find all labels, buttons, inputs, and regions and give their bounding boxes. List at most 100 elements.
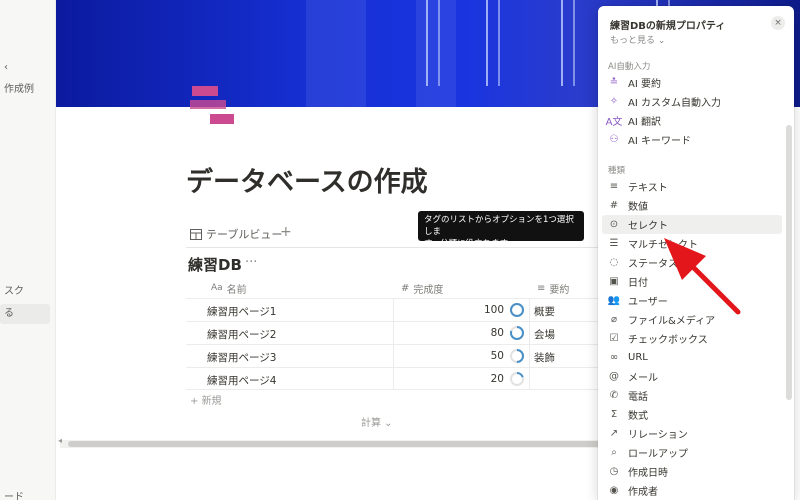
ai-property-item[interactable]: ✧ AI カスタム自動入力 — [602, 92, 782, 111]
page-title[interactable]: データベースの作成 — [186, 160, 428, 199]
ai-property-label: AI キーワード — [628, 136, 691, 147]
created-time-icon: ◷ — [609, 466, 619, 477]
property-type-item[interactable]: ⌕ ロールアップ — [602, 443, 782, 462]
text-type-icon: Aa — [211, 283, 223, 293]
ai-property-label: AI 要約 — [628, 79, 661, 90]
property-type-label: 日付 — [628, 278, 648, 289]
show-more-button[interactable]: もっと見る ⌄ — [610, 33, 665, 46]
text-icon: ≡ — [609, 181, 619, 192]
add-row-label: 新規 — [201, 396, 222, 407]
number-type-icon: # — [401, 282, 410, 294]
page-icon[interactable] — [190, 86, 236, 126]
property-type-item[interactable]: ☰ マルチセレクト — [602, 234, 782, 253]
panel-scrollbar[interactable] — [786, 125, 792, 400]
property-type-item[interactable]: ⊙ セレクト — [602, 215, 782, 234]
property-type-label: URL — [628, 352, 648, 363]
created-by-icon: ◉ — [609, 485, 619, 496]
horizontal-scrollbar-thumb[interactable] — [68, 441, 600, 447]
property-type-label: 作成者 — [628, 487, 658, 498]
calculate-label: 計算 — [361, 418, 381, 429]
column-header-name[interactable]: Aa 名前 — [211, 278, 247, 298]
number-icon: # — [609, 200, 619, 211]
cell-summary[interactable]: 概要 — [534, 304, 555, 319]
cell-summary[interactable]: 会場 — [534, 327, 555, 342]
property-type-label: ステータス — [628, 259, 678, 270]
ai-keyword-icon: ⚇ — [609, 134, 619, 145]
property-type-label: ファイル&メディア — [628, 316, 716, 327]
tooltip: タグのリストからオプションを1つ選択しま す。分類に役立ちます。 — [418, 211, 584, 249]
property-type-item[interactable]: ≡ テキスト — [602, 177, 782, 196]
at-icon: @ — [609, 371, 619, 382]
property-type-label: 作成日時 — [628, 468, 668, 479]
cell-progress-value[interactable]: 80 — [491, 327, 504, 339]
multi-select-icon: ☰ — [609, 238, 619, 249]
property-type-item[interactable]: 👥 ユーザー — [602, 291, 782, 310]
cell-name[interactable]: 練習用ページ2 — [207, 327, 276, 342]
cell-progress-value[interactable]: 100 — [484, 304, 504, 316]
ai-property-item[interactable]: ≛ AI 要約 — [602, 73, 782, 92]
view-label: テーブルビュー — [206, 228, 283, 241]
sidebar-item-task[interactable]: スク — [0, 282, 24, 302]
calculate-button[interactable]: 計算 ⌄ — [361, 414, 393, 429]
database-more-button[interactable]: ··· — [245, 255, 257, 270]
property-type-item[interactable]: ⌀ ファイル&メディア — [602, 310, 782, 329]
column-header-progress[interactable]: # 完成度 — [401, 278, 443, 298]
column-header-summary[interactable]: ≡ 要約 — [537, 278, 569, 298]
page-root: ‹ 作成例 スク る ード データベースの作成 テーブルビュー + 練習DB ·… — [0, 0, 800, 500]
property-type-item[interactable]: @ メール — [602, 367, 782, 386]
property-type-item[interactable]: # 数値 — [602, 196, 782, 215]
sidebar-item-active[interactable]: る — [0, 304, 50, 324]
property-type-item[interactable]: ◌ ステータス — [602, 253, 782, 272]
ai-property-item[interactable]: ⚇ AI キーワード — [602, 130, 782, 149]
scroll-left-icon[interactable]: ◂ — [58, 436, 62, 445]
section-types: 種類 — [608, 166, 626, 176]
sidebar-item-example[interactable]: 作成例 — [0, 80, 34, 100]
property-type-item[interactable]: ▣ 日付 — [602, 272, 782, 291]
relation-icon: ↗ — [609, 428, 619, 439]
property-type-item[interactable]: ◷ 作成日時 — [602, 462, 782, 481]
progress-ring — [510, 303, 524, 317]
attachment-icon: ⌀ — [610, 314, 618, 325]
sidebar-chevron[interactable]: ‹ — [0, 58, 8, 78]
column-header-label: 要約 — [549, 284, 570, 296]
property-type-label: 数式 — [628, 411, 648, 422]
link-icon: ∞ — [609, 352, 619, 363]
phone-icon: ✆ — [609, 390, 619, 401]
cell-name[interactable]: 練習用ページ1 — [207, 304, 276, 319]
property-type-label: リレーション — [628, 430, 688, 441]
ai-property-label: AI 翻訳 — [628, 117, 661, 128]
property-type-label: メール — [628, 373, 658, 384]
plus-icon: + — [190, 396, 202, 407]
ai-property-item[interactable]: A文 AI 翻訳 — [602, 111, 782, 130]
property-type-label: ユーザー — [628, 297, 668, 308]
property-type-label: ロールアップ — [628, 449, 688, 460]
cell-name[interactable]: 練習用ページ3 — [207, 350, 276, 365]
tooltip-line: タグのリストからオプションを1つ選択しま — [424, 215, 574, 237]
property-type-item[interactable]: ◉ 作成者 — [602, 481, 782, 500]
ai-summary-icon: ≛ — [609, 77, 619, 88]
property-type-label: セレクト — [628, 221, 668, 232]
column-header-label: 完成度 — [413, 284, 444, 296]
property-type-item[interactable]: Σ 数式 — [602, 405, 782, 424]
property-type-item[interactable]: ✆ 電話 — [602, 386, 782, 405]
database-title[interactable]: 練習DB — [188, 254, 242, 275]
add-view-button[interactable]: + — [280, 224, 292, 240]
status-icon: ◌ — [609, 257, 619, 268]
tab-table-view[interactable]: テーブルビュー — [190, 226, 282, 242]
cell-progress-value[interactable]: 20 — [491, 373, 504, 385]
sidebar-item-bottom[interactable]: ード — [0, 488, 24, 500]
property-type-item[interactable]: ↗ リレーション — [602, 424, 782, 443]
progress-ring — [510, 349, 524, 363]
progress-ring — [510, 372, 524, 386]
cell-summary[interactable]: 装飾 — [534, 350, 555, 365]
sidebar: ‹ 作成例 スク る ード — [0, 0, 56, 500]
cell-progress-value[interactable]: 50 — [491, 350, 504, 362]
checkbox-icon: ☑ — [609, 333, 619, 344]
cell-name[interactable]: 練習用ページ4 — [207, 373, 276, 388]
property-type-item[interactable]: ∞ URL — [602, 348, 782, 367]
column-divider — [529, 298, 530, 390]
close-icon[interactable]: × — [771, 16, 785, 30]
table-icon — [190, 228, 202, 240]
property-type-item[interactable]: ☑ チェックボックス — [602, 329, 782, 348]
add-row-button[interactable]: + 新規 — [190, 392, 222, 407]
